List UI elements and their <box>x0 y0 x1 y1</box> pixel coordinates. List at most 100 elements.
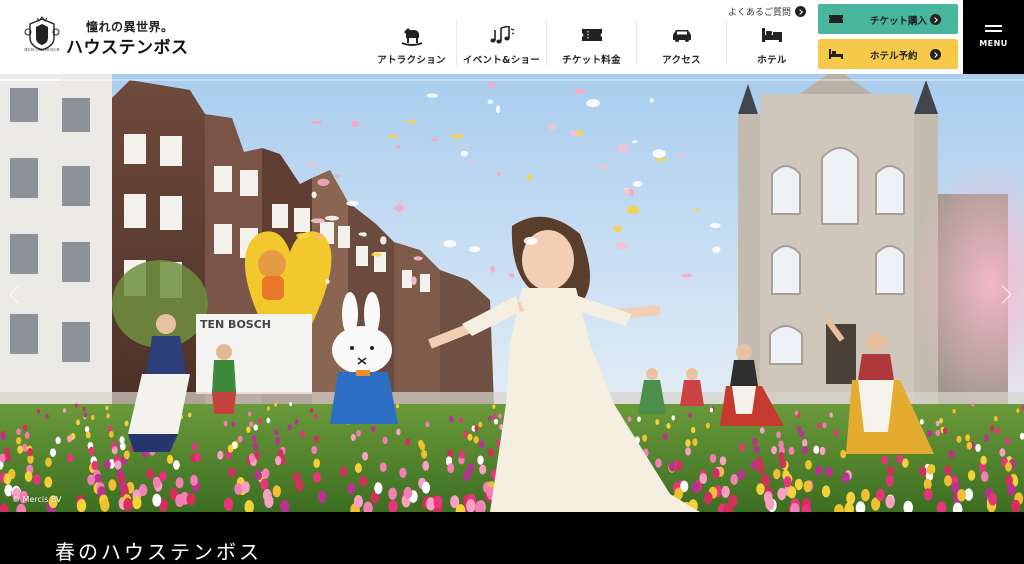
logo-name: ハウステンボス <box>66 38 189 58</box>
hero-carousel[interactable]: TEN BOSCH © Mercis BV <box>0 74 1024 512</box>
hotel-reservation-button[interactable]: ホテル予約 <box>818 39 958 69</box>
menu-button[interactable]: MENU <box>963 0 1024 74</box>
tulip-decoration <box>759 427 765 434</box>
tulip-decoration <box>88 446 95 456</box>
tulip-decoration <box>24 431 30 439</box>
carousel-prev-button[interactable] <box>4 278 28 314</box>
tulip-decoration <box>783 476 792 488</box>
tulip-decoration <box>776 431 781 439</box>
tulip-decoration <box>91 460 99 471</box>
tulip-decoration <box>825 466 833 478</box>
tulip-decoration <box>108 425 113 432</box>
petal-decoration <box>496 105 501 114</box>
tulip-decoration <box>419 442 426 451</box>
tulip-decoration <box>237 435 243 443</box>
tulip-decoration <box>4 453 11 463</box>
tulip-decoration <box>466 499 476 512</box>
slide-progress-track <box>0 79 1024 81</box>
tulip-decoration <box>919 466 927 477</box>
tulip-decoration <box>753 445 760 454</box>
tulip-decoration <box>16 428 21 436</box>
tulip-decoration <box>45 413 49 419</box>
nav-label: アクセス <box>662 55 701 66</box>
tulip-decoration <box>132 496 142 510</box>
nav-item-ticket-prices[interactable]: チケット料金 <box>547 20 637 66</box>
tulip-decoration <box>347 482 356 495</box>
petal-decoration <box>613 225 622 233</box>
tulip-decoration <box>642 434 648 442</box>
tulip-decoration <box>313 458 321 468</box>
bed-icon <box>762 28 782 42</box>
tulip-decoration <box>382 436 388 445</box>
tulip-decoration <box>492 404 496 409</box>
tulip-decoration <box>146 468 154 480</box>
tulip-decoration <box>109 431 114 438</box>
petal-decoration <box>426 93 438 98</box>
tulip-decoration <box>655 419 660 425</box>
petal-decoration <box>311 191 317 199</box>
tulip-decoration <box>123 450 130 460</box>
tulip-decoration <box>813 445 820 454</box>
nav-item-attractions[interactable]: アトラクション <box>367 20 457 66</box>
petal-decoration <box>317 178 330 186</box>
ticket-purchase-button[interactable]: チケット購入 <box>818 4 958 34</box>
hero-caption-bar: 春のハウステンボス <box>0 512 1024 564</box>
petal-decoration <box>346 200 359 207</box>
tulip-decoration <box>467 433 473 441</box>
tulip-decoration <box>944 465 952 476</box>
tulip-decoration <box>637 416 641 422</box>
tulip-decoration <box>846 491 856 505</box>
tulip-decoration <box>247 411 252 417</box>
tulip-decoration <box>138 484 148 496</box>
hero-caption-title: 春のハウステンボス <box>55 540 262 564</box>
tulip-decoration <box>356 429 361 437</box>
tulip-decoration <box>984 434 990 442</box>
crest-caption: HUIS TEN BOSCH <box>24 47 60 52</box>
nav-item-access[interactable]: アクセス <box>637 20 727 66</box>
tulip-decoration <box>995 427 1001 435</box>
tulip-decoration <box>422 460 430 471</box>
petal-decoration <box>694 208 700 212</box>
tulip-decoration <box>294 419 299 425</box>
tulip-decoration <box>313 471 322 483</box>
tulip-decoration <box>833 429 839 437</box>
tulip-decoration <box>666 422 671 429</box>
tulip-decoration <box>421 449 428 459</box>
tulip-decoration <box>494 418 498 425</box>
tulip-decoration <box>885 495 895 509</box>
rocking-horse-icon <box>401 28 422 46</box>
tulip-decoration <box>498 413 502 419</box>
tulip-decoration <box>709 453 717 463</box>
site-logo[interactable]: HUIS TEN BOSCH 憧れの異世界。 ハウステンボス <box>22 16 197 58</box>
petal-decoration <box>487 82 496 88</box>
tulip-decoration <box>425 421 430 428</box>
tulip-decoration <box>399 467 407 478</box>
tulip-decoration <box>252 442 259 451</box>
tulip-decoration <box>120 442 126 451</box>
tulip-decoration <box>111 446 118 455</box>
tulip-decoration <box>762 475 771 487</box>
tulip-decoration <box>403 486 413 499</box>
tulip-decoration <box>187 412 192 418</box>
faq-link[interactable]: よくあるご質問 <box>728 5 807 18</box>
tulip-decoration <box>100 498 110 512</box>
tulip-decoration <box>794 410 799 416</box>
carousel-next-button[interactable] <box>994 278 1018 314</box>
nav-item-hotel[interactable]: ホテル <box>727 20 817 66</box>
petal-decoration <box>387 134 399 139</box>
tulip-decoration <box>152 476 161 488</box>
tulip-decoration <box>627 416 632 422</box>
tulip-decoration <box>728 494 738 508</box>
nav-item-events[interactable]: イベント&ショー <box>457 20 547 66</box>
petal-decoration <box>497 172 502 177</box>
petal-decoration <box>430 138 439 142</box>
tulip-decoration <box>3 473 12 485</box>
tulip-decoration <box>228 467 236 478</box>
tulip-decoration <box>794 478 803 491</box>
petal-decoration <box>598 164 607 169</box>
tulip-decoration <box>55 436 61 445</box>
tulip-decoration <box>944 475 952 487</box>
petal-decoration <box>576 129 583 137</box>
tulip-decoration <box>477 455 484 465</box>
tulip-decoration <box>421 481 431 494</box>
